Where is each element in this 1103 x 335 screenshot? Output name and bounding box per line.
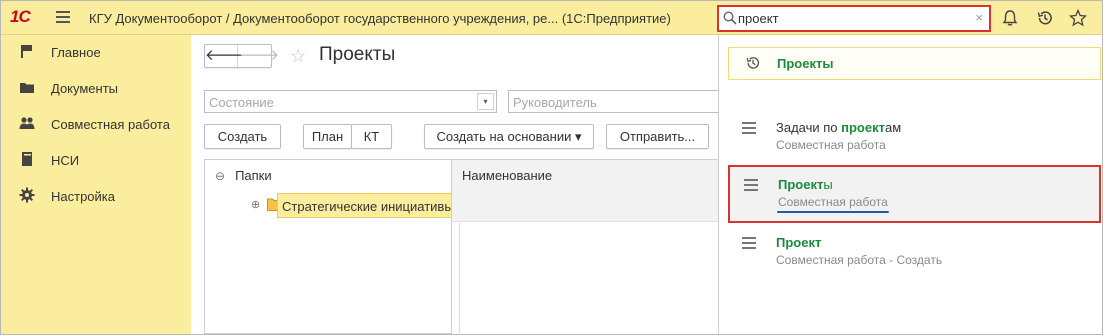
sidebar-item-collaboration[interactable]: Совместная работа: [1, 109, 191, 137]
tree-root-folders[interactable]: ⊖ Папки: [215, 168, 272, 183]
flag-icon: [19, 43, 35, 59]
column-header-label: Наименование: [462, 168, 553, 183]
annotation-underline: [777, 211, 889, 213]
add-to-favorites-star-icon[interactable]: ☆: [290, 46, 306, 67]
forward-arrow-icon[interactable]: 🡒: [239, 45, 279, 67]
gear-icon: [19, 187, 35, 203]
projects-list: Наименование: [451, 159, 719, 335]
chevron-down-icon[interactable]: ▾: [477, 93, 494, 110]
search-history-label: Проекты: [777, 56, 834, 71]
sidebar-item-label: НСИ: [51, 153, 80, 168]
result-title: Задачи по проектам: [776, 120, 902, 135]
create-based-on-button[interactable]: Создать на основании ▾: [424, 124, 594, 149]
bell-icon[interactable]: [1001, 9, 1019, 27]
main-menu-icon[interactable]: [56, 11, 70, 25]
sidebar-item-label: Совместная работа: [51, 117, 170, 132]
favorites-star-icon[interactable]: [1068, 8, 1088, 27]
search-history-item[interactable]: Проекты: [728, 47, 1101, 80]
state-filter-placeholder: Состояние: [209, 95, 274, 110]
search-result-item[interactable]: Задачи по проектам Совместная работа: [728, 110, 1101, 168]
sections-sidebar: Главное Документы Совместная работа НСИ …: [1, 35, 191, 334]
sidebar-item-reference-data[interactable]: НСИ: [1, 145, 191, 173]
search-result-item-highlighted[interactable]: Проекты Совместная работа: [728, 165, 1101, 223]
plan-button[interactable]: План: [303, 124, 352, 149]
clear-search-icon[interactable]: ×: [975, 10, 983, 25]
sidebar-item-main[interactable]: Главное: [1, 37, 191, 65]
search-box[interactable]: ×: [717, 5, 991, 32]
folder-icon: [19, 79, 35, 95]
manager-filter-placeholder: Руководитель: [513, 95, 597, 110]
tree-item-label: Стратегические инициативы: [282, 199, 452, 214]
send-button[interactable]: Отправить...: [606, 124, 709, 149]
back-arrow-icon[interactable]: 🡐: [205, 45, 245, 67]
top-bar: 1С КГУ Документооборот / Документооборот…: [1, 1, 1102, 35]
history-icon: [745, 55, 761, 74]
app-title: КГУ Документооборот / Документооборот го…: [89, 11, 671, 26]
book-icon: [19, 151, 35, 167]
manager-filter[interactable]: Руководитель: [508, 90, 722, 113]
sidebar-item-label: Документы: [51, 81, 119, 96]
result-title: Проект: [776, 235, 822, 250]
page-title: Проекты: [319, 44, 396, 65]
tree-root-label: Папки: [235, 168, 272, 183]
result-subtitle: Совместная работа: [778, 195, 888, 209]
list-icon: [742, 122, 756, 137]
list-icon: [742, 237, 756, 252]
navigation-buttons: 🡐 🡒: [204, 44, 279, 68]
create-button[interactable]: Создать: [204, 124, 281, 149]
expand-icon[interactable]: ⊕: [251, 198, 260, 211]
state-filter[interactable]: Состояние ▾: [204, 90, 497, 113]
app-logo: 1С: [10, 7, 31, 26]
sidebar-item-settings[interactable]: Настройка: [1, 181, 191, 209]
result-subtitle: Совместная работа: [776, 138, 886, 152]
folders-tree: ⊖ Папки ⊕ Стратегические инициативы: [204, 159, 453, 334]
sidebar-item-label: Главное: [51, 45, 101, 60]
projects-form: 🡐 🡒 ☆ Проекты Состояние ▾ Руководитель С…: [191, 35, 722, 335]
column-header-name[interactable]: Наименование: [452, 160, 719, 222]
column-divider: [459, 222, 460, 335]
sidebar-item-label: Настройка: [51, 189, 115, 204]
kt-button[interactable]: КТ: [351, 124, 392, 149]
result-title: Проекты: [778, 177, 833, 192]
result-subtitle: Совместная работа - Создать: [776, 253, 943, 267]
search-results-popup: Проекты Задачи по проектам Совместная ра…: [718, 35, 1102, 334]
tree-item-strategic-initiatives[interactable]: Стратегические инициативы: [277, 193, 453, 218]
sidebar-item-documents[interactable]: Документы: [1, 73, 191, 101]
history-icon[interactable]: [1036, 9, 1054, 27]
list-icon: [744, 179, 758, 194]
search-input[interactable]: [738, 9, 963, 28]
people-icon: [19, 115, 35, 131]
search-icon: [723, 11, 737, 28]
collapse-icon[interactable]: ⊖: [215, 169, 225, 183]
search-result-item[interactable]: Проект Совместная работа - Создать: [728, 225, 1101, 283]
